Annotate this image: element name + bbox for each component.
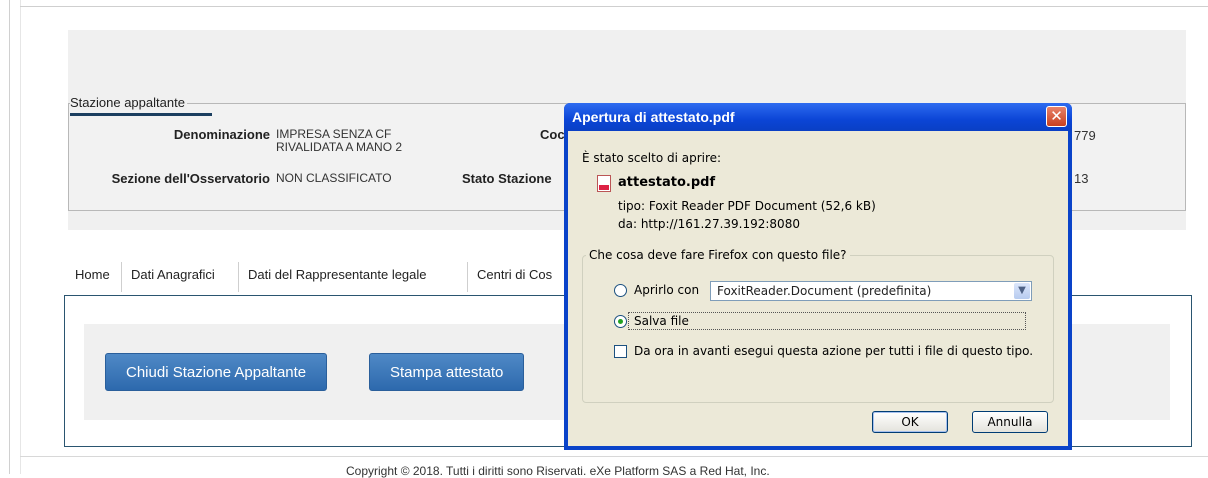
- sezione-label: Sezione dell'Osservatorio: [111, 171, 270, 186]
- codice-label: Coc: [540, 127, 565, 142]
- dialog-file-type: tipo: Foxit Reader PDF Document (52,6 kB…: [618, 199, 876, 213]
- stazione-legend: Stazione appaltante: [70, 95, 187, 110]
- cancel-button[interactable]: Annulla: [972, 411, 1048, 433]
- tab-rappresentante-legale[interactable]: Dati del Rappresentante legale: [238, 262, 436, 292]
- ok-button[interactable]: OK: [872, 411, 948, 433]
- open-with-app-value: FoxitReader.Document (predefinita): [717, 284, 932, 298]
- legend-underline: [70, 113, 212, 116]
- remember-label[interactable]: Da ora in avanti esegui questa azione pe…: [634, 344, 1033, 358]
- open-with-radio[interactable]: [614, 284, 627, 297]
- pdf-file-icon: [597, 175, 611, 192]
- left-border-inner: [20, 0, 21, 474]
- tab-centri-di-costo[interactable]: Centri di Cos: [467, 262, 561, 292]
- tab-dati-anagrafici[interactable]: Dati Anagrafici: [121, 262, 224, 292]
- dialog-filename: attestato.pdf: [618, 175, 716, 190]
- denominazione-value-line2: RIVALIDATA A MANO 2: [276, 140, 403, 154]
- close-icon[interactable]: ✕: [1046, 106, 1067, 127]
- footer-divider: [20, 456, 1208, 457]
- sezione-value: NON CLASSIFICATO: [276, 171, 392, 185]
- dialog-titlebar[interactable]: Apertura di attestato.pdf ✕: [564, 103, 1072, 131]
- footer-copyright: Copyright © 2018. Tutti i diritti sono R…: [346, 464, 770, 478]
- chevron-down-icon[interactable]: ▼: [1014, 283, 1030, 299]
- denominazione-label: Denominazione: [173, 127, 270, 142]
- open-with-label[interactable]: Aprirlo con: [634, 283, 699, 297]
- dialog-intro: È stato scelto di aprire:: [582, 151, 722, 165]
- dialog-file-source: da: http://161.27.39.192:8080: [618, 217, 800, 231]
- denominazione-value: IMPRESA SENZA CF RIVALIDATA A MANO 2: [276, 128, 402, 154]
- download-dialog: Apertura di attestato.pdf ✕ È stato scel…: [564, 103, 1072, 450]
- stato-label: Stato Stazione: [462, 171, 552, 186]
- chiudi-stazione-button[interactable]: Chiudi Stazione Appaltante: [105, 353, 328, 391]
- dialog-title: Apertura di attestato.pdf: [572, 109, 735, 125]
- tab-home[interactable]: Home: [66, 262, 119, 292]
- dialog-body: È stato scelto di aprire: attestato.pdf …: [568, 131, 1068, 446]
- action-group-legend: Che cosa deve fare Firefox con questo fi…: [586, 248, 850, 262]
- stato-value: 13: [1074, 171, 1089, 186]
- open-with-app-select[interactable]: FoxitReader.Document (predefinita) ▼: [710, 281, 1032, 301]
- remember-checkbox[interactable]: [614, 345, 627, 358]
- top-divider: [20, 6, 1208, 7]
- page: Stazione appaltante Denominazione IMPRES…: [0, 0, 1208, 478]
- stampa-attestato-button[interactable]: Stampa attestato: [369, 353, 525, 391]
- codice-value: 779: [1074, 128, 1096, 143]
- save-file-radio[interactable]: [614, 315, 627, 328]
- left-border: [9, 0, 10, 474]
- save-file-label[interactable]: Salva file: [634, 314, 689, 328]
